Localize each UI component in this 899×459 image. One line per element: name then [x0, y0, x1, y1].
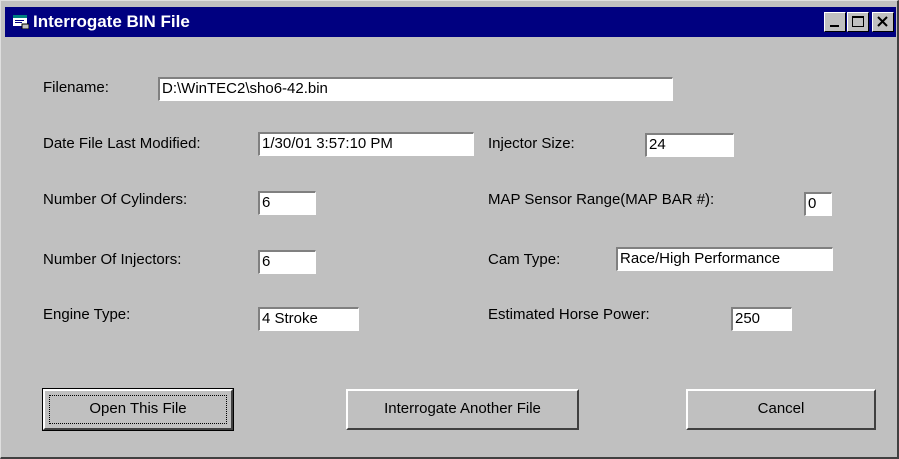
- open-file-button[interactable]: Open This File: [42, 388, 234, 431]
- injectors-label: Number Of Injectors:: [43, 251, 182, 268]
- cylinders-label: Number Of Cylinders:: [43, 191, 188, 208]
- injector-size-value: 24: [649, 136, 666, 153]
- injector-size-field[interactable]: 24: [645, 133, 734, 157]
- filename-label: Filename:: [43, 79, 109, 96]
- window-title: Interrogate BIN File: [33, 12, 190, 31]
- filename-field[interactable]: D:\WinTEC2\sho6-42.bin: [158, 77, 673, 101]
- close-icon: [877, 16, 888, 27]
- injectors-field[interactable]: 6: [258, 250, 316, 274]
- minimize-icon: [830, 25, 839, 27]
- map-sensor-value: 0: [808, 195, 817, 212]
- close-button[interactable]: [872, 12, 894, 32]
- cam-type-label: Cam Type:: [488, 251, 561, 268]
- engine-type-label: Engine Type:: [43, 306, 131, 323]
- minimize-button[interactable]: [824, 12, 846, 32]
- title-bar[interactable]: Interrogate BIN File: [5, 7, 896, 37]
- focus-rectangle: [49, 395, 227, 424]
- cylinders-value: 6: [262, 194, 271, 211]
- injectors-value: 6: [262, 253, 271, 270]
- cancel-label: Cancel: [757, 400, 805, 417]
- map-sensor-label: MAP Sensor Range(MAP BAR #):: [488, 191, 715, 208]
- cam-type-value: Race/High Performance: [620, 250, 781, 267]
- cylinders-field[interactable]: 6: [258, 191, 316, 215]
- horse-power-label: Estimated Horse Power:: [488, 306, 650, 323]
- horse-power-value: 250: [735, 310, 761, 327]
- engine-type-value: 4 Stroke: [262, 310, 318, 327]
- date-modified-label: Date File Last Modified:: [43, 135, 201, 152]
- maximize-icon: [852, 16, 864, 27]
- cancel-button[interactable]: Cancel: [686, 389, 876, 430]
- dialog-window: Interrogate BIN File Filename: D:\WinTEC…: [0, 0, 899, 459]
- engine-type-field[interactable]: 4 Stroke: [258, 307, 359, 331]
- date-modified-value: 1/30/01 3:57:10 PM: [262, 135, 393, 152]
- interrogate-another-label: Interrogate Another File: [384, 400, 541, 417]
- maximize-button[interactable]: [847, 12, 869, 32]
- horse-power-field[interactable]: 250: [731, 307, 792, 331]
- filename-value: D:\WinTEC2\sho6-42.bin: [162, 80, 328, 97]
- cam-type-field[interactable]: Race/High Performance: [616, 247, 833, 271]
- window-app-icon: [13, 15, 29, 29]
- interrogate-another-button[interactable]: Interrogate Another File: [346, 389, 579, 430]
- date-modified-field[interactable]: 1/30/01 3:57:10 PM: [258, 132, 474, 156]
- injector-size-label: Injector Size:: [488, 135, 575, 152]
- map-sensor-field[interactable]: 0: [804, 192, 832, 216]
